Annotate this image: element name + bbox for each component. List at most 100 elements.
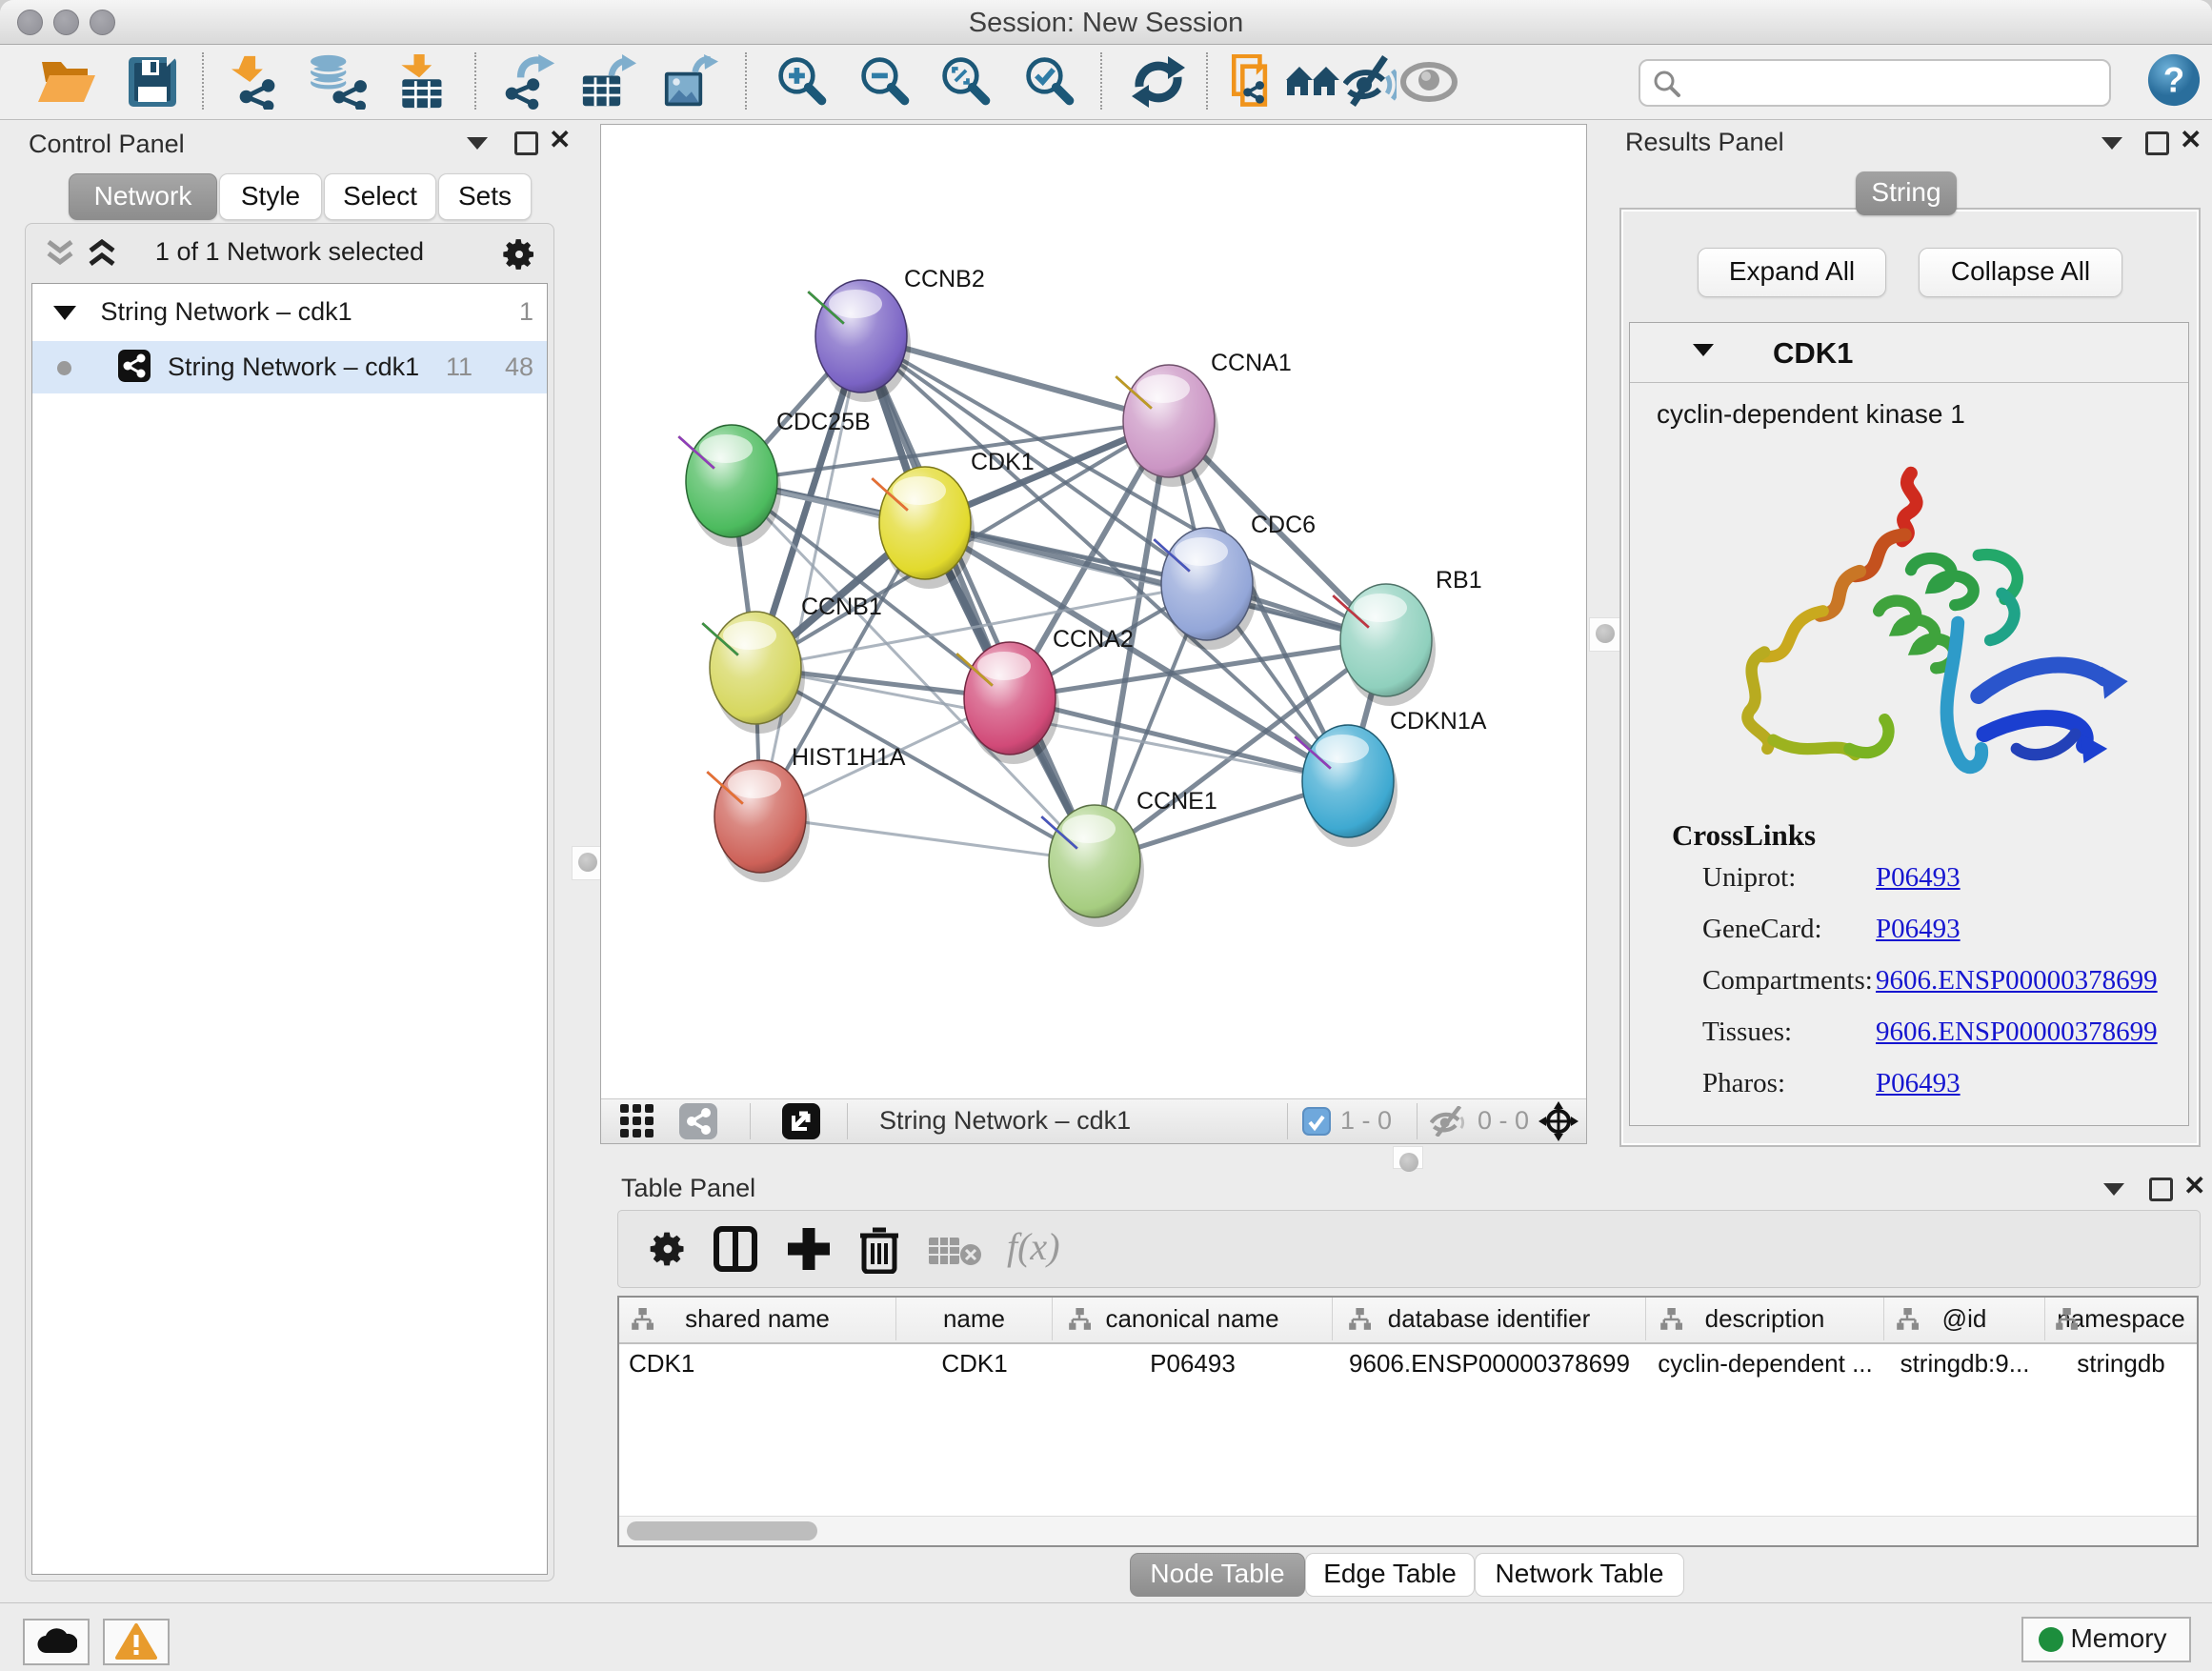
delete-table-icon — [929, 1234, 982, 1268]
network-options-gear-icon[interactable] — [500, 235, 538, 273]
svg-text:CCNA1: CCNA1 — [1211, 350, 1292, 376]
network-list-container: 1 of 1 Network selected String Network –… — [25, 223, 554, 1581]
results-panel-menu-button[interactable] — [2101, 137, 2122, 150]
open-in-window-icon[interactable] — [782, 1103, 820, 1139]
share-view-icon[interactable] — [679, 1103, 717, 1139]
warnings-button[interactable] — [103, 1619, 170, 1665]
table-panel-menu-button[interactable] — [2103, 1183, 2124, 1196]
selected-checkbox-icon[interactable] — [1302, 1107, 1331, 1136]
tab-sets[interactable]: Sets — [438, 173, 532, 220]
help-icon[interactable]: ? — [2145, 52, 2202, 108]
refresh-icon[interactable] — [1130, 54, 1187, 110]
import-database-icon[interactable] — [307, 54, 370, 110]
network-tree-child-row[interactable]: String Network – cdk1 11 48 — [32, 341, 547, 393]
control-panel-close-button[interactable]: ✕ — [549, 130, 571, 151]
crosslink-pharos-link[interactable]: P06493 — [1876, 1068, 1961, 1099]
column-header-description[interactable]: description — [1646, 1298, 1884, 1340]
toolbar-separator — [474, 52, 476, 110]
status-bar: Memory — [0, 1602, 2212, 1671]
show-panel-eye-icon[interactable] — [1400, 54, 1458, 110]
control-panel-menu-button[interactable] — [467, 137, 488, 150]
collapse-all-button[interactable]: Collapse All — [1919, 248, 2122, 297]
toolbar-separator — [1206, 52, 1208, 110]
network-canvas[interactable]: CCNB2CCNA1CDC25BCDK1CDC6RB1CCNB1CCNA2CDK… — [601, 125, 1586, 1099]
hierarchy-icon — [1896, 1308, 1919, 1331]
hide-panel-eye-slash-icon[interactable] — [1343, 54, 1397, 110]
horizontal-splitter-handle[interactable] — [1393, 1146, 1423, 1169]
grid-view-icon[interactable] — [620, 1104, 658, 1138]
network-tree-root-row[interactable]: String Network – cdk1 1 — [32, 286, 547, 338]
network-node-count: 11 — [446, 341, 473, 393]
crosslink-uniprot-link[interactable]: P06493 — [1876, 862, 1961, 894]
scrollbar-thumb[interactable] — [627, 1521, 817, 1540]
crosslink-compartments-link[interactable]: 9606.ENSP00000378699 — [1876, 965, 2158, 997]
table-panel-float-button[interactable] — [2149, 1178, 2173, 1201]
column-header-shared-name[interactable]: shared name — [619, 1298, 896, 1340]
network-node-CCNA1[interactable]: CCNA1 — [1116, 350, 1291, 487]
cloud-status-button[interactable] — [23, 1619, 90, 1665]
cell-database-identifier: 9606.ENSP00000378699 — [1333, 1344, 1646, 1382]
column-header-id[interactable]: @id — [1884, 1298, 2045, 1340]
results-panel-close-button[interactable]: ✕ — [2180, 130, 2202, 151]
tab-edge-table[interactable]: Edge Table — [1305, 1553, 1475, 1597]
table-panel-close-button[interactable]: ✕ — [2183, 1176, 2205, 1197]
tab-network[interactable]: Network — [69, 173, 217, 220]
expand-all-button[interactable]: Expand All — [1698, 248, 1886, 297]
zoom-in-icon[interactable] — [774, 54, 833, 110]
search-icon — [1652, 69, 1682, 99]
tab-select[interactable]: Select — [324, 173, 436, 220]
share-session-icon[interactable] — [1230, 54, 1279, 110]
create-column-plus-icon[interactable] — [786, 1226, 832, 1272]
network-node-CCNB1[interactable]: CCNB1 — [702, 594, 881, 734]
export-table-icon[interactable] — [579, 54, 638, 110]
export-network-icon[interactable] — [499, 54, 558, 110]
import-table-icon[interactable] — [394, 54, 446, 110]
crosslink-label: Tissues: — [1702, 1017, 1792, 1048]
svg-text:CDK1: CDK1 — [971, 449, 1035, 475]
import-network-icon[interactable] — [229, 54, 288, 110]
title-bar: Session: New Session — [0, 0, 2212, 45]
cloud-icon — [35, 1626, 77, 1657]
table-options-gear-icon[interactable] — [647, 1228, 689, 1270]
tab-style[interactable]: Style — [219, 173, 322, 220]
zoom-out-icon[interactable] — [856, 54, 915, 110]
save-session-icon[interactable] — [126, 54, 179, 110]
results-panel-float-button[interactable] — [2145, 131, 2169, 155]
column-header-canonical-name[interactable]: canonical name — [1053, 1298, 1333, 1340]
search-input[interactable] — [1690, 65, 2099, 97]
network-node-CDK1[interactable]: CDK1 — [872, 449, 1034, 589]
warning-icon — [115, 1623, 157, 1660]
home-networks-icon[interactable] — [1284, 54, 1341, 110]
svg-text:CDKN1A: CDKN1A — [1390, 708, 1487, 735]
cell-namespace: stringdb — [2045, 1344, 2197, 1382]
string-network-icon — [117, 349, 151, 383]
column-header-database-identifier[interactable]: database identifier — [1333, 1298, 1646, 1340]
network-node-CDC6[interactable]: CDC6 — [1154, 512, 1316, 650]
zoom-selected-icon[interactable] — [1021, 54, 1080, 110]
network-node-CCNB2[interactable]: CCNB2 — [808, 266, 984, 402]
crosslink-genecard-link[interactable]: P06493 — [1876, 914, 1961, 945]
birds-eye-view-icon[interactable] — [1538, 1101, 1579, 1141]
open-file-icon[interactable] — [36, 54, 99, 110]
table-horizontal-scrollbar[interactable] — [619, 1516, 2197, 1545]
network-node-RB1[interactable]: RB1 — [1333, 567, 1481, 706]
memory-button[interactable]: Memory — [2021, 1617, 2191, 1662]
gene-name: CDK1 — [1773, 336, 1853, 371]
protein-structure-image — [1687, 447, 2135, 828]
crosslink-tissues-link[interactable]: 9606.ENSP00000378699 — [1876, 1017, 2158, 1048]
zoom-fit-icon[interactable] — [937, 54, 996, 110]
node-table: shared name name canonical name database… — [617, 1296, 2199, 1547]
column-header-name[interactable]: name — [896, 1298, 1053, 1340]
tab-node-table[interactable]: Node Table — [1130, 1553, 1305, 1597]
toolbar-separator — [1417, 1103, 1418, 1139]
network-node-HIST1H1A[interactable]: HIST1H1A — [707, 744, 906, 882]
gene-section-header[interactable]: CDK1 — [1630, 323, 2188, 383]
show-columns-icon[interactable] — [714, 1226, 757, 1272]
export-image-icon[interactable] — [661, 54, 720, 110]
delete-column-trash-icon[interactable] — [858, 1224, 900, 1274]
tab-network-table[interactable]: Network Table — [1475, 1553, 1684, 1597]
cell-description: cyclin-dependent ... — [1646, 1344, 1884, 1382]
control-panel-float-button[interactable] — [514, 131, 538, 155]
column-header-namespace[interactable]: namespace — [2045, 1298, 2197, 1340]
tab-string[interactable]: String — [1856, 171, 1957, 215]
